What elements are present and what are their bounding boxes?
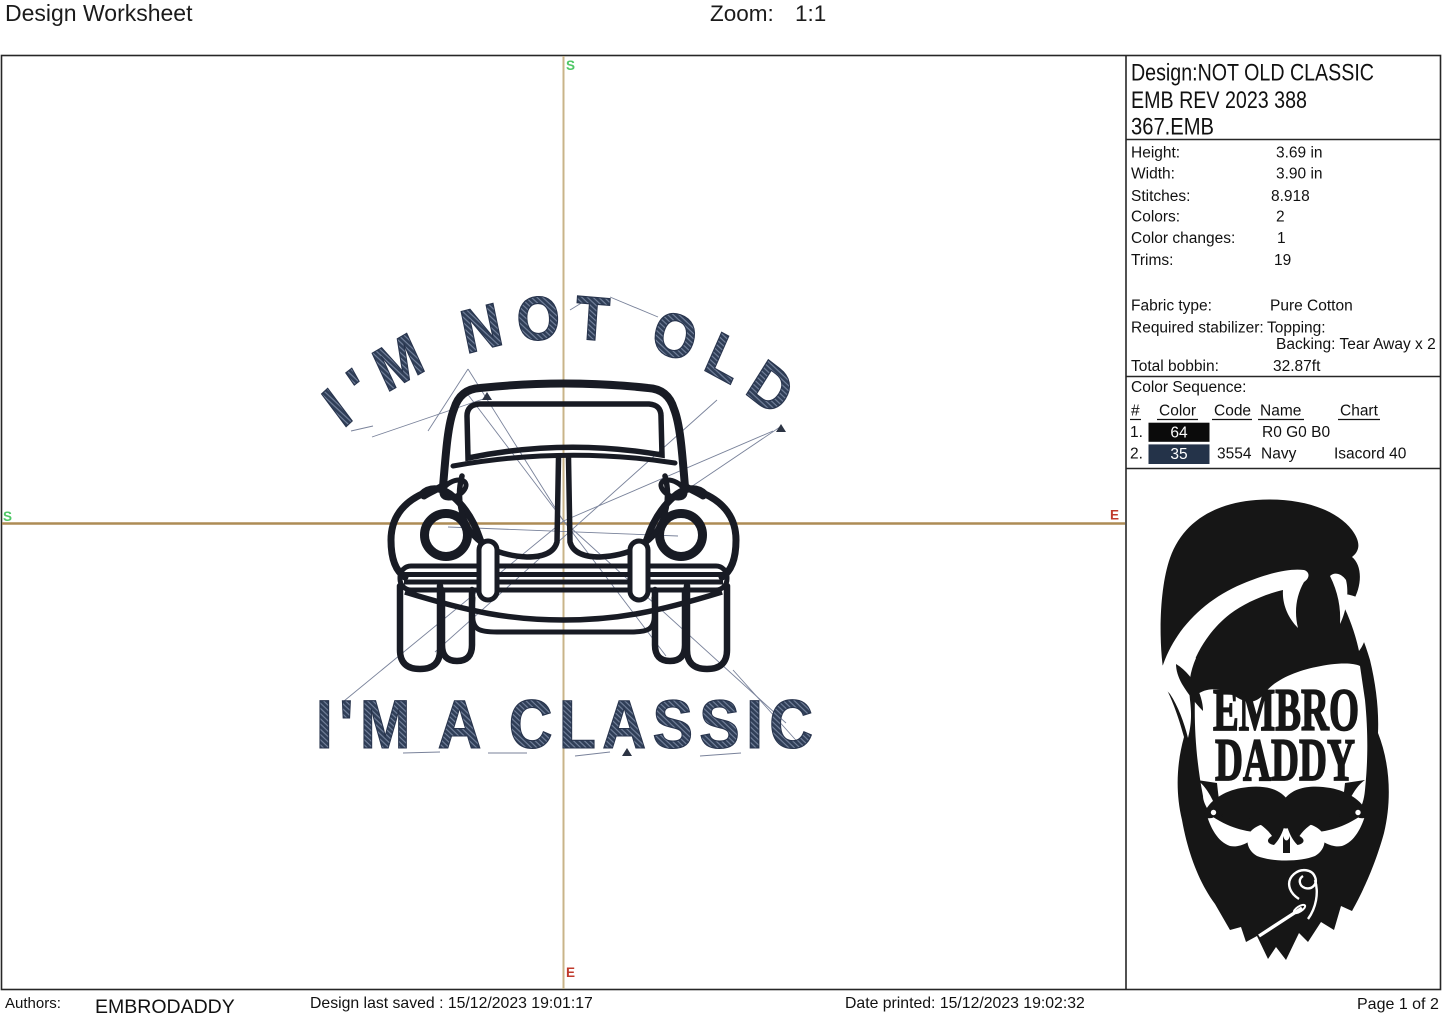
svg-text:Chart: Chart (1340, 403, 1379, 420)
svg-text:3.69 in: 3.69 in (1276, 145, 1323, 162)
svg-text:EMBRODADDY: EMBRODADDY (95, 996, 235, 1018)
svg-text:Color: Color (1159, 403, 1196, 420)
svg-text:32.87ft: 32.87ft (1273, 358, 1321, 375)
svg-text:2.: 2. (1130, 446, 1143, 463)
svg-text:#: # (1131, 403, 1140, 420)
svg-text:2: 2 (1276, 208, 1285, 225)
svg-text:Backing: Tear Away x 2: Backing: Tear Away x 2 (1276, 336, 1436, 353)
svg-text:R0 G0 B0: R0 G0 B0 (1262, 424, 1330, 441)
svg-text:Authors:: Authors: (5, 995, 61, 1012)
svg-text:Width:: Width: (1131, 165, 1175, 182)
svg-text:Page 1 of 2: Page 1 of 2 (1357, 996, 1439, 1013)
svg-text:I'M A CLASSIC: I'M A CLASSIC (316, 685, 813, 763)
svg-text:19: 19 (1274, 252, 1291, 269)
svg-text:Fabric type:: Fabric type: (1131, 297, 1212, 314)
svg-text:S: S (566, 58, 575, 73)
svg-text:3.90 in: 3.90 in (1276, 165, 1323, 182)
svg-text:Date printed: 15/12/2023 19:02: Date printed: 15/12/2023 19:02:32 (845, 995, 1085, 1012)
svg-text:Stitches:: Stitches: (1131, 188, 1190, 205)
svg-text:35: 35 (1170, 446, 1187, 463)
svg-text:Navy: Navy (1261, 446, 1297, 463)
svg-text:367.EMB: 367.EMB (1131, 114, 1214, 141)
svg-text:EMB REV 2023 388: EMB REV 2023 388 (1131, 87, 1307, 114)
svg-text:Topping:: Topping: (1267, 320, 1326, 337)
svg-text:E: E (566, 965, 575, 980)
svg-text:Isacord 40: Isacord 40 (1334, 446, 1407, 463)
svg-text:64: 64 (1170, 425, 1188, 442)
svg-text:Trims:: Trims: (1131, 252, 1173, 269)
svg-text:Height:: Height: (1131, 145, 1180, 162)
svg-text:Name: Name (1260, 403, 1301, 420)
svg-text:Zoom:: Zoom: (710, 1, 774, 26)
svg-text:8.918: 8.918 (1271, 188, 1310, 205)
svg-text:Pure Cotton: Pure Cotton (1270, 297, 1353, 314)
svg-text:E: E (1110, 508, 1119, 523)
svg-text:Design:NOT OLD CLASSIC: Design:NOT OLD CLASSIC (1131, 60, 1374, 87)
svg-text:Code: Code (1214, 403, 1251, 420)
svg-text:Design last saved : 15/12/2023: Design last saved : 15/12/2023 19:01:17 (310, 995, 593, 1012)
svg-text:DADDY: DADDY (1215, 727, 1355, 793)
svg-text:Total bobbin:: Total bobbin: (1131, 358, 1219, 375)
svg-text:S: S (3, 509, 12, 524)
svg-text:1.: 1. (1130, 424, 1143, 441)
svg-text:1: 1 (1277, 230, 1286, 247)
svg-text:Color Sequence:: Color Sequence: (1131, 379, 1246, 396)
svg-text:Color changes:: Color changes: (1131, 230, 1235, 247)
svg-text:Colors:: Colors: (1131, 208, 1180, 225)
svg-text:I'M NOT OLD: I'M NOT OLD (312, 283, 805, 439)
svg-text:Required stabilizer:: Required stabilizer: (1131, 320, 1264, 337)
svg-text:1:1: 1:1 (795, 1, 826, 26)
svg-text:Design Worksheet: Design Worksheet (5, 0, 193, 26)
svg-text:3554: 3554 (1217, 446, 1252, 463)
